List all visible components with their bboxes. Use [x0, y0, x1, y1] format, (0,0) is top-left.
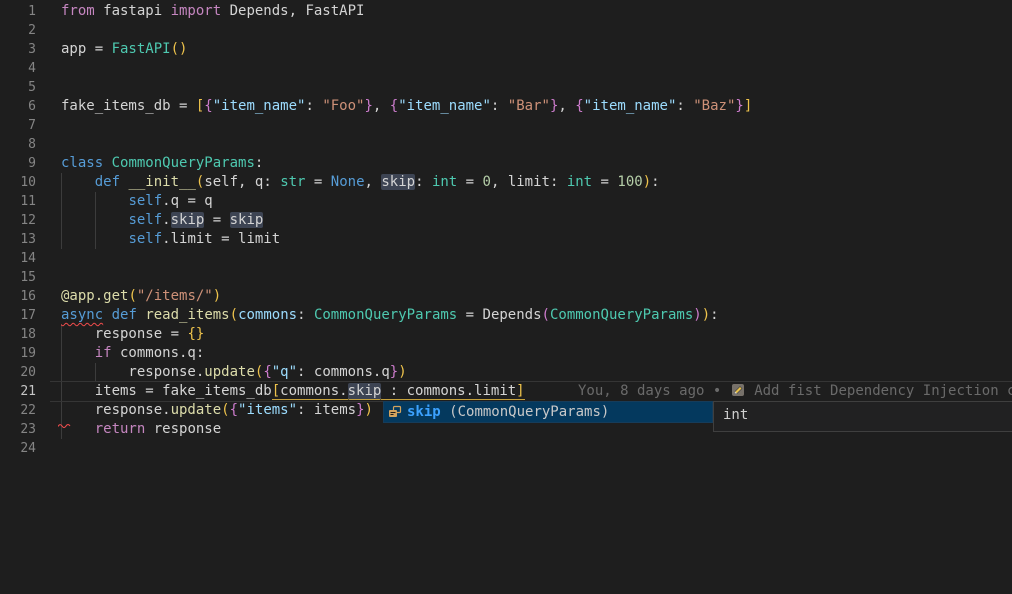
code-line[interactable]: 10 def __init__(self, q: str = None, ski…: [0, 173, 1012, 192]
code-text: app = FastAPI(): [61, 41, 187, 57]
line-number[interactable]: 17: [0, 306, 36, 325]
line-number[interactable]: 23: [0, 420, 36, 439]
line-number[interactable]: 14: [0, 249, 36, 268]
suggestion-detail: (CommonQueryParams): [449, 404, 609, 420]
line-number[interactable]: 19: [0, 344, 36, 363]
code-line[interactable]: 6 fake_items_db = [{"item_name": "Foo"}, …: [0, 97, 1012, 116]
line-number[interactable]: 18: [0, 325, 36, 344]
line-number[interactable]: 4: [0, 59, 36, 78]
memo-pencil-icon: [730, 383, 746, 399]
code-text: self.limit = limit: [61, 231, 280, 247]
code-editor[interactable]: 1 from fastapi import Depends, FastAPI 23 a…: [0, 0, 1012, 594]
code-line[interactable]: 16 @app.get("/items/"): [0, 287, 1012, 306]
code-line[interactable]: 5: [0, 78, 1012, 97]
code-text: from fastapi import Depends, FastAPI: [61, 3, 364, 19]
code-text: self.q = q: [61, 193, 213, 209]
line-number[interactable]: 5: [0, 78, 36, 97]
code-text: return response: [61, 421, 221, 437]
line-number[interactable]: 8: [0, 135, 36, 154]
line-number[interactable]: 1: [0, 2, 36, 21]
code-line[interactable]: 2: [0, 21, 1012, 40]
suggestion-label: skip: [407, 404, 441, 420]
field-icon: [387, 404, 403, 420]
code-text: self.skip = skip: [61, 212, 263, 228]
code-line[interactable]: 14: [0, 249, 1012, 268]
code-line[interactable]: 1 from fastapi import Depends, FastAPI: [0, 2, 1012, 21]
code-text: response = {}: [61, 326, 204, 342]
line-number[interactable]: 21: [0, 382, 36, 401]
code-text: fake_items_db = [{"item_name": "Foo"}, {…: [61, 98, 752, 114]
code-line[interactable]: 9 class CommonQueryParams:: [0, 154, 1012, 173]
code-line[interactable]: 13 self.limit = limit: [0, 230, 1012, 249]
code-text: items = fake_items_db[commons.skip : com…: [61, 383, 525, 399]
code-line[interactable]: 8: [0, 135, 1012, 154]
line-number[interactable]: 11: [0, 192, 36, 211]
line-number[interactable]: 20: [0, 363, 36, 382]
line-number[interactable]: 22: [0, 401, 36, 420]
code-line[interactable]: 19 if commons.q:: [0, 344, 1012, 363]
line-number[interactable]: 6: [0, 97, 36, 116]
line-number[interactable]: 7: [0, 116, 36, 135]
line-number[interactable]: 13: [0, 230, 36, 249]
code-line[interactable]: 12 self.skip = skip: [0, 211, 1012, 230]
code-line[interactable]: 24: [0, 439, 1012, 458]
suggestion-item-skip[interactable]: skip (CommonQueryParams): [383, 401, 713, 423]
code-line[interactable]: 4: [0, 59, 1012, 78]
code-line[interactable]: 20 response.update({"q": commons.q}): [0, 363, 1012, 382]
line-number[interactable]: 10: [0, 173, 36, 192]
line-number[interactable]: 15: [0, 268, 36, 287]
blame-commit-message: Add fist Dependency Injection c: [754, 383, 1012, 399]
code-line[interactable]: 15: [0, 268, 1012, 287]
code-text: @app.get("/items/"): [61, 288, 221, 304]
suggestion-type-panel: int: [713, 401, 1012, 432]
code-text: class CommonQueryParams:: [61, 155, 263, 171]
code-line[interactable]: 17 async def read_items(commons: CommonQu…: [0, 306, 1012, 325]
code-text: response.update({"q": commons.q}): [61, 364, 407, 380]
line-number[interactable]: 2: [0, 21, 36, 40]
code-text: response.update({"items": items}): [61, 402, 373, 418]
line-number[interactable]: 12: [0, 211, 36, 230]
suggestion-type-info: int: [723, 407, 748, 423]
code-text: async def read_items(commons: CommonQuer…: [61, 307, 719, 323]
line-number[interactable]: 3: [0, 40, 36, 59]
code-text: def __init__(self, q: str = None, skip: …: [61, 174, 660, 190]
line-number[interactable]: 24: [0, 439, 36, 458]
line-number[interactable]: 9: [0, 154, 36, 173]
code-line[interactable]: 3 app = FastAPI(): [0, 40, 1012, 59]
code-line[interactable]: 18 response = {}: [0, 325, 1012, 344]
error-squiggle: [58, 413, 74, 432]
code-line[interactable]: 7: [0, 116, 1012, 135]
git-blame-annotation: You, 8 days ago • Add fist Dependency In…: [578, 382, 1012, 401]
code-line[interactable]: 11 self.q = q: [0, 192, 1012, 211]
blame-author-time: You, 8 days ago: [578, 383, 704, 399]
line-number[interactable]: 16: [0, 287, 36, 306]
code-text: if commons.q:: [61, 345, 204, 361]
